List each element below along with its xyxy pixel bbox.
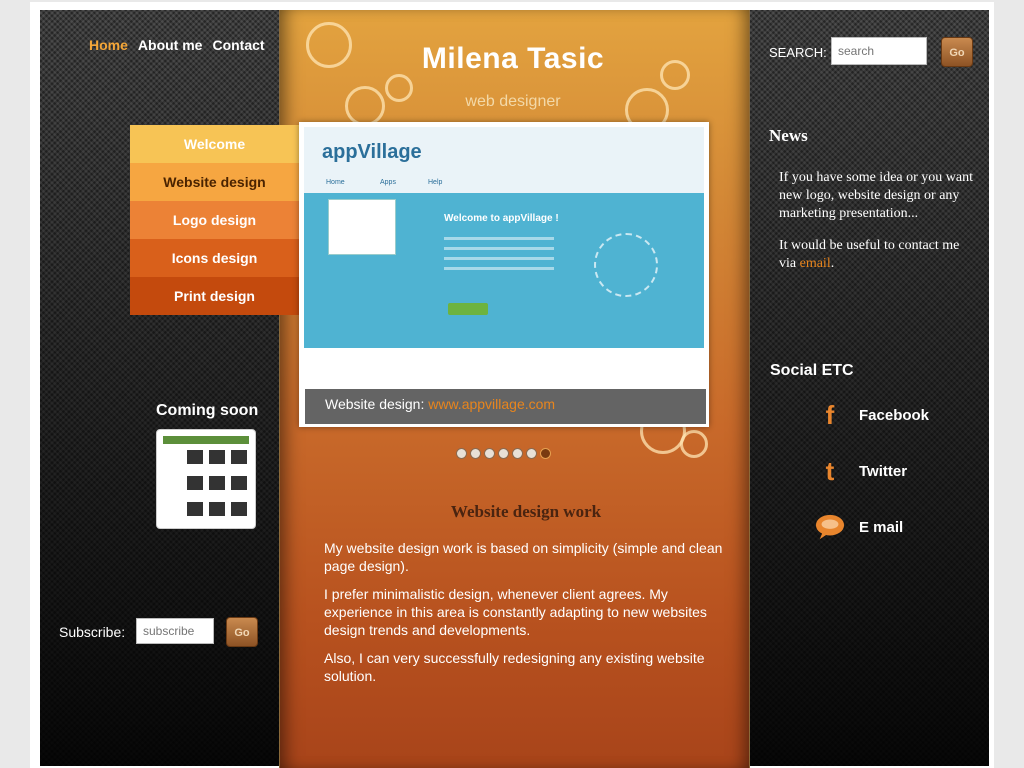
appvillage-search-box xyxy=(328,199,396,255)
slide-dot[interactable] xyxy=(484,448,495,459)
divider xyxy=(749,10,750,768)
slide-dot[interactable] xyxy=(512,448,523,459)
thumbnail-product xyxy=(187,502,203,516)
news-paragraph: It would be useful to contact me via ema… xyxy=(779,237,979,273)
thumbnail-product xyxy=(209,502,225,516)
social-email-label: E mail xyxy=(859,518,904,536)
menu-item-logo-design[interactable]: Logo design xyxy=(130,201,299,239)
content-paragraph: I prefer minimalistic design, whenever c… xyxy=(324,586,707,638)
social-email-link[interactable]: E mail xyxy=(815,512,903,542)
subscribe-input[interactable] xyxy=(136,618,214,644)
slide-caption-link[interactable]: www.appvillage.com xyxy=(428,396,555,412)
slide-caption-label: Website design: xyxy=(325,396,425,412)
appvillage-figure xyxy=(594,233,658,297)
news-title: News xyxy=(769,126,808,145)
thumbnail-header xyxy=(163,436,249,444)
twitter-icon: t xyxy=(825,455,835,486)
slide-dot-active[interactable] xyxy=(540,448,551,459)
appvillage-join-button xyxy=(448,303,488,315)
hero-text-line xyxy=(444,267,554,270)
nav-home-link[interactable]: Home xyxy=(89,37,128,53)
search-go-button[interactable]: Go xyxy=(941,37,973,67)
site-title: Milena Tasic xyxy=(421,42,605,75)
hero-text-line xyxy=(444,257,554,260)
hero-text-line xyxy=(444,247,554,250)
content-paragraph: Also, I can very successfully redesignin… xyxy=(324,650,705,684)
coming-soon-thumbnail[interactable] xyxy=(156,429,256,529)
menu-item-icons-design[interactable]: Icons design xyxy=(130,239,299,277)
appvillage-nav-home: Home xyxy=(326,179,345,186)
news-body: If you have some idea or you want new lo… xyxy=(779,169,979,287)
social-twitter-label: Twitter xyxy=(859,462,908,480)
thumbnail-product xyxy=(187,450,203,464)
social-facebook-label: Facebook xyxy=(859,406,930,424)
coming-soon-title: Coming soon xyxy=(156,402,259,419)
menu-item-print-design[interactable]: Print design xyxy=(130,277,299,315)
search-input[interactable] xyxy=(831,37,927,65)
slideshow[interactable]: appVillage Home Apps Help Welcome to app… xyxy=(299,122,709,427)
side-menu: Welcome Website design Logo design Icons… xyxy=(130,125,299,315)
appvillage-hero-title: Welcome to appVillage ! xyxy=(444,213,559,224)
menu-item-welcome[interactable]: Welcome xyxy=(130,125,299,163)
content-body: My website design work is based on simpl… xyxy=(324,539,729,695)
swirl-decoration xyxy=(680,430,708,458)
social-twitter-link[interactable]: t Twitter xyxy=(815,456,907,486)
thumbnail-product xyxy=(231,450,247,464)
thumbnail-product xyxy=(209,476,225,490)
news-contact-suffix: . xyxy=(830,256,835,271)
slide-dot[interactable] xyxy=(526,448,537,459)
menu-item-website-design[interactable]: Website design xyxy=(130,163,299,201)
slide-dot[interactable] xyxy=(470,448,481,459)
hero-text-line xyxy=(444,237,554,240)
subscribe-go-button[interactable]: Go xyxy=(226,617,258,647)
nav-contact-link[interactable]: Contact xyxy=(212,37,264,53)
appvillage-nav-help: Help xyxy=(428,179,443,186)
search-label: SEARCH: xyxy=(769,45,827,60)
facebook-icon: f xyxy=(825,399,835,430)
speech-bubble-icon xyxy=(815,512,845,542)
social-title: Social ETC xyxy=(770,362,854,379)
thumbnail-product xyxy=(231,476,247,490)
right-column xyxy=(750,10,989,766)
content-title: Website design work xyxy=(450,502,602,521)
slide-caption: Website design: www.appvillage.com xyxy=(305,389,706,424)
slide-dots xyxy=(456,448,551,459)
site-subtitle: web designer xyxy=(465,93,561,110)
thumbnail-product xyxy=(231,502,247,516)
slide-screenshot: appVillage Home Apps Help Welcome to app… xyxy=(304,127,704,424)
thumbnail-product xyxy=(187,476,203,490)
divider xyxy=(279,10,280,768)
social-facebook-link[interactable]: f Facebook xyxy=(815,400,929,430)
slide-dot[interactable] xyxy=(498,448,509,459)
appvillage-nav: Home Apps Help xyxy=(304,173,704,194)
left-column xyxy=(40,10,279,766)
subscribe-label: Subscribe: xyxy=(59,624,126,640)
appvillage-logo: appVillage xyxy=(322,141,422,163)
appvillage-nav-apps: Apps xyxy=(380,179,396,186)
nav-about-link[interactable]: About me xyxy=(138,37,203,53)
slide-dot[interactable] xyxy=(456,448,467,459)
appvillage-hero: Welcome to appVillage ! xyxy=(304,193,704,348)
news-paragraph: If you have some idea or you want new lo… xyxy=(779,170,973,221)
content-paragraph: My website design work is based on simpl… xyxy=(324,540,723,574)
top-nav: Home About me Contact xyxy=(89,37,265,53)
thumbnail-product xyxy=(209,450,225,464)
email-link[interactable]: email xyxy=(800,256,831,271)
